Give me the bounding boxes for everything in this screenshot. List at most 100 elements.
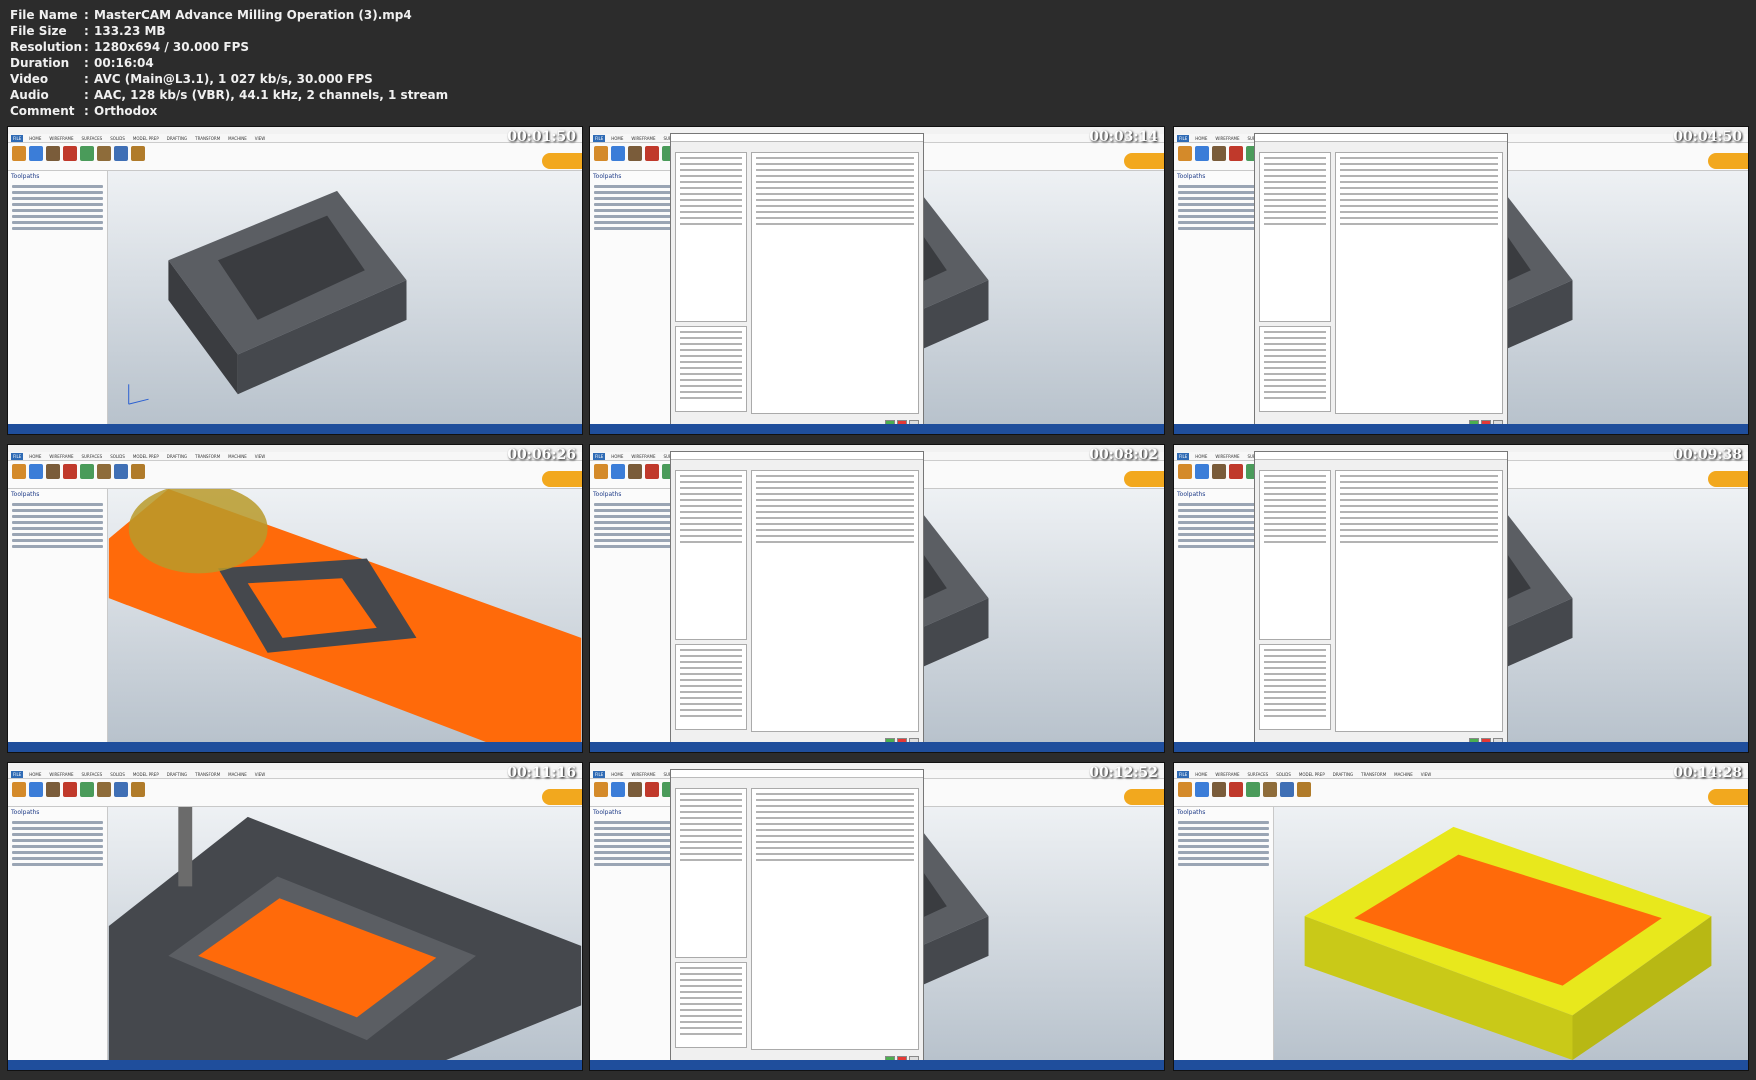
ribbon-tool-icon[interactable] — [1212, 782, 1226, 797]
ribbon-tab[interactable]: TRANSFORM — [193, 453, 222, 460]
ribbon-tab[interactable]: MACHINE — [226, 135, 249, 142]
ribbon-tool-icon[interactable] — [29, 464, 43, 479]
ribbon-tab[interactable]: FILE — [593, 770, 606, 778]
toolpath-dialog[interactable] — [670, 133, 924, 429]
ribbon-tab[interactable]: MODEL PREP — [131, 771, 161, 778]
video-thumbnail[interactable]: FILEHOMEWIREFRAMESURFACESSOLIDSMODEL PRE… — [1173, 762, 1749, 1071]
ribbon-tool-icon[interactable] — [1229, 464, 1243, 479]
ribbon-tab[interactable]: WIREFRAME — [629, 135, 657, 142]
video-thumbnail[interactable]: FILEHOMEWIREFRAMESURFACESSOLIDSMODEL PRE… — [589, 762, 1165, 1071]
ribbon-tool-icon[interactable] — [594, 464, 608, 479]
ribbon-tab[interactable]: HOME — [1193, 771, 1209, 778]
ribbon-tool-icon[interactable] — [1246, 782, 1260, 797]
ribbon-tool-icon[interactable] — [12, 464, 26, 479]
ribbon-tool-icon[interactable] — [611, 782, 625, 797]
ribbon-tab[interactable]: TRANSFORM — [193, 771, 222, 778]
ribbon-tab[interactable]: WIREFRAME — [1213, 135, 1241, 142]
ribbon-tab[interactable]: WIREFRAME — [1213, 771, 1241, 778]
ribbon-tab[interactable]: VIEW — [1419, 771, 1433, 778]
dialog-tree[interactable] — [1259, 152, 1331, 322]
ribbon-tab[interactable]: HOME — [609, 453, 625, 460]
ribbon-tab[interactable]: SOLIDS — [108, 771, 127, 778]
ribbon-tool-icon[interactable] — [131, 146, 145, 161]
video-thumbnail[interactable]: FILEHOMEWIREFRAMESURFACESSOLIDSMODEL PRE… — [7, 762, 583, 1071]
ribbon-tab[interactable]: FILE — [11, 452, 24, 460]
ribbon-tool-icon[interactable] — [645, 146, 659, 161]
ribbon-tab[interactable]: VIEW — [253, 135, 267, 142]
ribbon-tab[interactable]: MACHINE — [226, 453, 249, 460]
graphics-viewport[interactable] — [108, 807, 582, 1060]
ribbon-tab[interactable]: WIREFRAME — [629, 453, 657, 460]
ribbon-tool-icon[interactable] — [611, 146, 625, 161]
toolpath-dialog[interactable] — [670, 769, 924, 1065]
ribbon-tool-icon[interactable] — [1178, 146, 1192, 161]
video-thumbnail[interactable]: FILEHOMEWIREFRAMESURFACESSOLIDSMODEL PRE… — [7, 444, 583, 753]
ribbon-tab[interactable]: SOLIDS — [1274, 771, 1293, 778]
toolpath-dialog[interactable] — [1254, 133, 1508, 429]
ribbon-tool-icon[interactable] — [12, 146, 26, 161]
ribbon-tool-icon[interactable] — [46, 146, 60, 161]
ribbon-tab[interactable]: FILE — [593, 452, 606, 460]
ribbon-tool-icon[interactable] — [1280, 782, 1294, 797]
ribbon-tab[interactable]: HOME — [27, 771, 43, 778]
ribbon-tool-icon[interactable] — [1263, 782, 1277, 797]
dialog-parameter-panel[interactable] — [1335, 470, 1503, 732]
ribbon-tab[interactable]: HOME — [609, 771, 625, 778]
ribbon-tool-icon[interactable] — [46, 464, 60, 479]
dialog-tree[interactable] — [675, 470, 747, 640]
ribbon-tab[interactable]: FILE — [11, 134, 24, 142]
ribbon-tab[interactable]: WIREFRAME — [47, 771, 75, 778]
dialog-parameter-panel[interactable] — [751, 788, 919, 1050]
ribbon-tab[interactable]: SOLIDS — [108, 135, 127, 142]
video-thumbnail[interactable]: FILEHOMEWIREFRAMESURFACESSOLIDSMODEL PRE… — [1173, 444, 1749, 753]
ribbon-tab[interactable]: TRANSFORM — [1359, 771, 1388, 778]
ribbon-tab[interactable]: WIREFRAME — [47, 453, 75, 460]
graphics-viewport[interactable] — [108, 171, 582, 424]
dialog-parameter-panel[interactable] — [751, 470, 919, 732]
ribbon-tab[interactable]: WIREFRAME — [1213, 453, 1241, 460]
ribbon-tool-icon[interactable] — [1195, 146, 1209, 161]
ribbon-tab[interactable]: DRAFTING — [165, 453, 189, 460]
ribbon-tool-icon[interactable] — [611, 464, 625, 479]
ribbon-tool-icon[interactable] — [1178, 782, 1192, 797]
ribbon-tool-icon[interactable] — [80, 146, 94, 161]
ribbon-tab[interactable]: SOLIDS — [108, 453, 127, 460]
ribbon-tool-icon[interactable] — [645, 464, 659, 479]
ribbon-tab[interactable]: TRANSFORM — [193, 135, 222, 142]
ribbon-tool-icon[interactable] — [97, 464, 111, 479]
ribbon-tool-icon[interactable] — [63, 464, 77, 479]
ribbon-tab[interactable]: MACHINE — [226, 771, 249, 778]
ribbon-tool-icon[interactable] — [1229, 782, 1243, 797]
ribbon-tab[interactable]: HOME — [1193, 135, 1209, 142]
ribbon-tab[interactable]: HOME — [1193, 453, 1209, 460]
ribbon-tool-icon[interactable] — [645, 782, 659, 797]
ribbon-tab[interactable]: FILE — [1177, 770, 1190, 778]
ribbon-tab[interactable]: HOME — [27, 135, 43, 142]
ribbon-tab[interactable]: SURFACES — [1245, 771, 1270, 778]
ribbon-tool-icon[interactable] — [594, 782, 608, 797]
ribbon-tool-icon[interactable] — [29, 782, 43, 797]
ribbon-tool-icon[interactable] — [114, 782, 128, 797]
ribbon-tool-icon[interactable] — [1195, 782, 1209, 797]
ribbon-tool-icon[interactable] — [628, 146, 642, 161]
ribbon-tab[interactable]: MODEL PREP — [131, 135, 161, 142]
ribbon-tab[interactable]: WIREFRAME — [47, 135, 75, 142]
ribbon-tool-icon[interactable] — [1212, 464, 1226, 479]
ribbon-tool-icon[interactable] — [63, 782, 77, 797]
ribbon-tool-icon[interactable] — [628, 782, 642, 797]
ribbon-tool-icon[interactable] — [1297, 782, 1311, 797]
ribbon-tab[interactable]: FILE — [593, 134, 606, 142]
toolpaths-manager[interactable]: Toolpaths — [8, 171, 108, 424]
ribbon-tool-icon[interactable] — [29, 146, 43, 161]
ribbon-tool-icon[interactable] — [46, 782, 60, 797]
dialog-parameter-panel[interactable] — [751, 152, 919, 414]
ribbon-tool-icon[interactable] — [12, 782, 26, 797]
ribbon-tab[interactable]: DRAFTING — [165, 135, 189, 142]
ribbon-tab[interactable]: SURFACES — [79, 453, 104, 460]
ribbon-tab[interactable]: FILE — [1177, 134, 1190, 142]
ribbon-tool-icon[interactable] — [114, 464, 128, 479]
ribbon-tool-icon[interactable] — [131, 782, 145, 797]
toolpaths-manager[interactable]: Toolpaths — [8, 489, 108, 742]
ribbon-tab[interactable]: WIREFRAME — [629, 771, 657, 778]
ribbon-tab[interactable]: VIEW — [253, 771, 267, 778]
